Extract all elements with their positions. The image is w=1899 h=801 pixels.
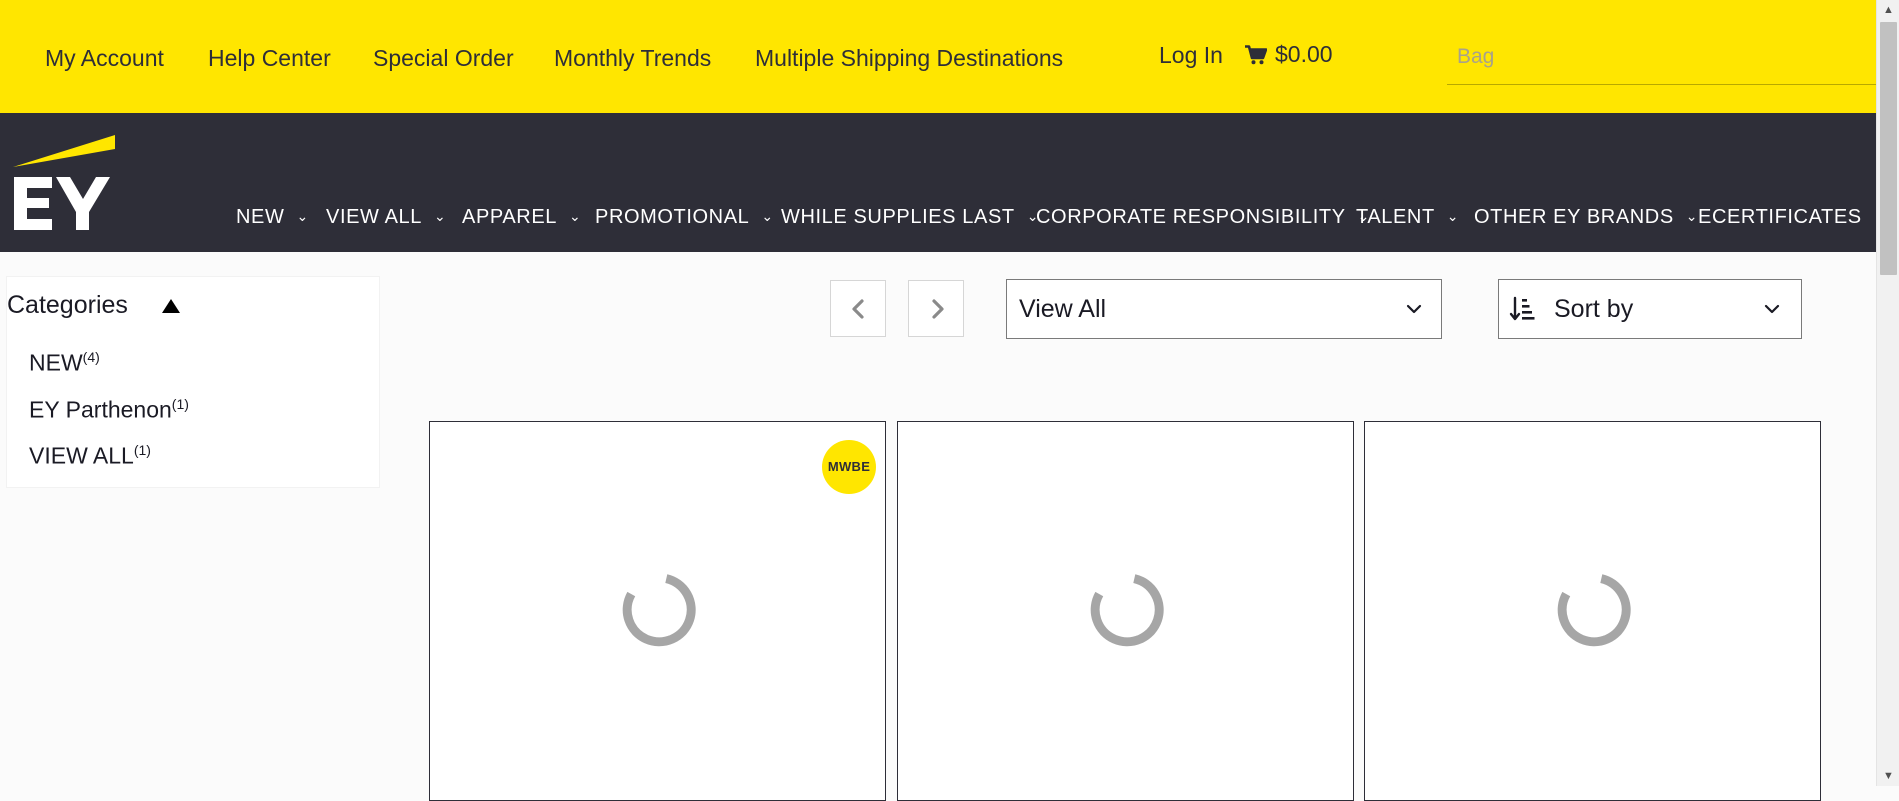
- chevron-down-icon: ⌄: [1685, 208, 1699, 224]
- category-label: VIEW ALL: [29, 442, 134, 469]
- chevron-down-icon: ⌄: [1446, 208, 1460, 224]
- scroll-thumb[interactable]: [1880, 22, 1897, 275]
- category-ey-parthenon[interactable]: EY Parthenon(1): [29, 396, 189, 424]
- nav-label: OTHER EY BRANDS: [1474, 206, 1674, 228]
- nav-label: TALENT: [1356, 206, 1435, 228]
- nav-item-new[interactable]: NEW ⌄: [236, 206, 309, 229]
- nav-item-talent[interactable]: TALENT ⌄: [1356, 206, 1459, 229]
- category-count: (4): [82, 349, 100, 365]
- nav-label: APPAREL: [462, 206, 557, 228]
- sort-select[interactable]: Sort by: [1498, 279, 1802, 339]
- categories-title: Categories: [7, 291, 128, 319]
- product-card[interactable]: [897, 421, 1354, 801]
- page-scrollbar[interactable]: ▲ ▼: [1876, 0, 1899, 786]
- nav-item-view-all[interactable]: VIEW ALL ⌄: [326, 206, 446, 229]
- search-box: [1447, 38, 1876, 85]
- cart-button[interactable]: $0.00: [1245, 41, 1333, 68]
- special-order-link[interactable]: Special Order: [373, 45, 514, 72]
- loading-spinner-icon: [1090, 574, 1164, 647]
- nav-label: CORPORATE RESPONSIBILITY: [1036, 206, 1346, 228]
- chevron-down-icon: [1764, 304, 1780, 314]
- nav-label: VIEW ALL: [326, 206, 422, 228]
- chevron-down-icon: [1406, 304, 1422, 314]
- nav-label: PROMOTIONAL: [595, 206, 750, 228]
- chevron-right-icon: [932, 299, 944, 319]
- chevron-left-icon: [852, 299, 864, 319]
- category-label: EY Parthenon: [29, 396, 172, 423]
- view-select[interactable]: View All: [1006, 279, 1442, 339]
- nav-label: ECERTIFICATES: [1698, 206, 1862, 228]
- nav-item-ecertificates[interactable]: ECERTIFICATES⌄: [1698, 206, 1886, 229]
- nav-item-promotional[interactable]: PROMOTIONAL ⌄: [595, 206, 774, 229]
- nav-item-apparel[interactable]: APPAREL ⌄: [462, 206, 581, 229]
- nav-item-while-supplies-last[interactable]: WHILE SUPPLIES LAST ⌄: [781, 206, 1039, 229]
- sort-select-value: Sort by: [1554, 295, 1634, 323]
- loading-spinner-icon: [622, 574, 696, 647]
- login-link[interactable]: Log In: [1159, 42, 1223, 69]
- main-navigation: NEW ⌄ VIEW ALL ⌄ APPAREL ⌄ PROMOTIONAL ⌄ WHI…: [0, 113, 1885, 252]
- category-view-all[interactable]: VIEW ALL(1): [29, 442, 151, 470]
- search-input[interactable]: [1447, 38, 1876, 76]
- category-count: (1): [133, 442, 151, 458]
- ey-logo[interactable]: [12, 133, 117, 238]
- next-page-button[interactable]: [908, 280, 964, 337]
- loading-spinner-icon: [1557, 574, 1631, 647]
- category-label: NEW: [29, 349, 83, 376]
- nav-label: NEW: [236, 206, 285, 228]
- chevron-down-icon: ⌄: [296, 208, 309, 224]
- product-card[interactable]: [1364, 421, 1821, 801]
- categories-panel: Categories NEW(4) EY Parthenon(1) VIEW A…: [6, 276, 380, 488]
- category-new[interactable]: NEW(4): [29, 349, 100, 377]
- my-account-link[interactable]: My Account: [45, 45, 164, 72]
- chevron-down-icon: ⌄: [761, 208, 774, 224]
- cart-total: $0.00: [1275, 41, 1333, 67]
- nav-item-corporate-responsibility[interactable]: CORPORATE RESPONSIBILITY ⌄: [1036, 206, 1370, 229]
- triangle-up-icon[interactable]: [159, 293, 183, 317]
- cart-icon: [1245, 45, 1268, 65]
- view-select-value: View All: [1019, 295, 1107, 323]
- chevron-down-icon: ⌄: [433, 208, 447, 224]
- category-count: (1): [171, 396, 189, 412]
- monthly-trends-link[interactable]: Monthly Trends: [554, 45, 711, 72]
- prev-page-button[interactable]: [830, 280, 886, 337]
- multiple-shipping-destinations-link[interactable]: Multiple Shipping Destinations: [755, 45, 1063, 72]
- utility-bar: My Account Help Center Special Order Mon…: [0, 0, 1876, 113]
- help-center-link[interactable]: Help Center: [208, 45, 331, 72]
- chevron-down-icon: ⌄: [568, 208, 582, 224]
- mwbe-badge: MWBE: [822, 440, 876, 494]
- scroll-down-arrow-icon[interactable]: ▼: [1877, 766, 1899, 786]
- nav-item-other-ey-brands[interactable]: OTHER EY BRANDS ⌄: [1474, 206, 1698, 229]
- sort-descending-icon: [1509, 296, 1535, 321]
- scroll-up-arrow-icon[interactable]: ▲: [1877, 0, 1899, 20]
- product-card[interactable]: MWBE: [429, 421, 886, 801]
- nav-label: WHILE SUPPLIES LAST: [781, 206, 1015, 228]
